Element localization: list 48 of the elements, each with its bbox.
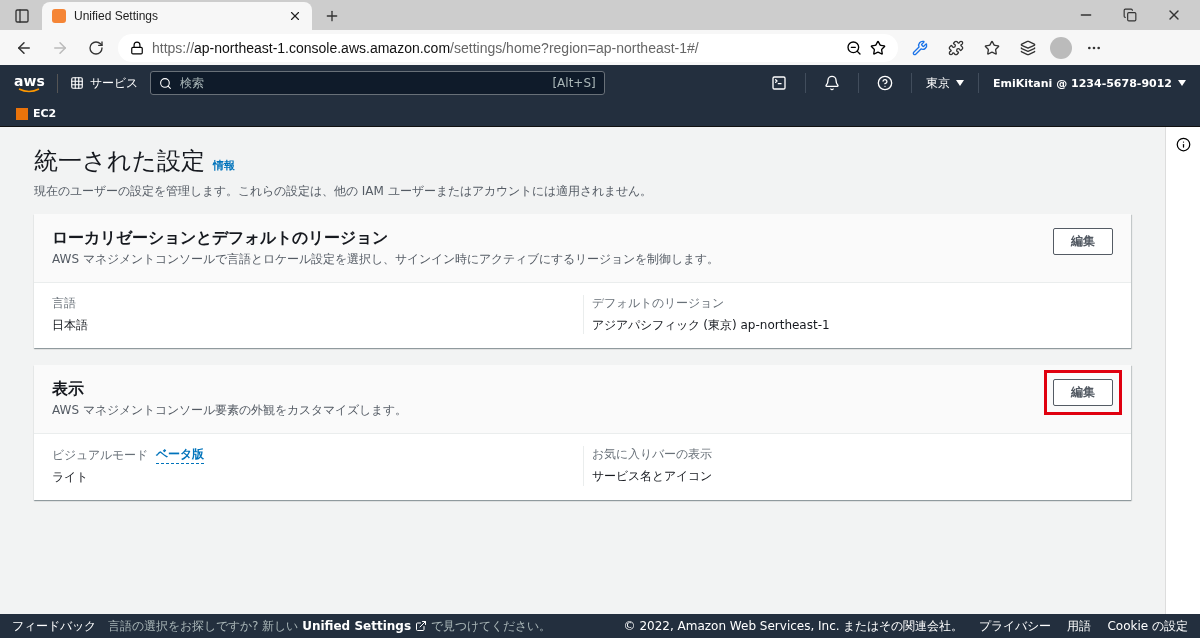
- shortcut-hint: [Alt+S]: [552, 76, 596, 90]
- field-value: 日本語: [52, 317, 89, 334]
- info-icon[interactable]: [1175, 137, 1191, 152]
- field-label: ビジュアルモード: [52, 446, 148, 464]
- footer-link[interactable]: プライバシー: [979, 617, 1052, 635]
- caret-icon: [1178, 80, 1186, 86]
- aws-logo[interactable]: aws: [14, 73, 58, 93]
- field-value: ライト: [52, 469, 89, 486]
- external-link-icon: [415, 620, 428, 632]
- services-menu[interactable]: サービス: [69, 74, 138, 92]
- caret-icon: [956, 80, 965, 86]
- field-label: 言語: [52, 295, 76, 312]
- card-description: AWS マネジメントコンソールで言語とロケール設定を選択し、サインイン時にアクティブにするリージョンを制御します。: [52, 251, 720, 268]
- grid-icon: [69, 76, 84, 90]
- field-label: お気に入りバーの表示: [591, 446, 712, 463]
- zoom-out-icon[interactable]: [846, 39, 862, 56]
- card-title: 表示: [52, 379, 85, 400]
- card-title: ローカリゼーションとデフォルトのリージョン: [52, 228, 389, 249]
- lock-icon: [130, 40, 144, 55]
- info-link[interactable]: 情報: [213, 158, 235, 177]
- field-label: デフォルトのリージョン: [591, 295, 724, 312]
- search-icon: [158, 76, 172, 90]
- page-description: 現在のユーザーの設定を管理します。これらの設定は、他の IAM ユーザーまたはアカウントには適用されません。: [34, 183, 653, 200]
- search-input[interactable]: 検索: [177, 75, 547, 91]
- page-title: 統一された設定: [34, 146, 205, 177]
- notice-text: 言語の選択をお探しですか? 新しい: [108, 617, 299, 635]
- notice-text: で見つけてください。: [431, 617, 552, 635]
- feedback-link[interactable]: フィードバック: [12, 617, 96, 635]
- favorite-item[interactable]: EC2: [16, 107, 57, 120]
- card-description: AWS マネジメントコンソール要素の外観をカスタマイズします。: [52, 402, 408, 419]
- star-icon[interactable]: [870, 39, 886, 56]
- edit-button[interactable]: 編集: [1053, 379, 1113, 406]
- unified-settings-link[interactable]: Unified Settings: [302, 619, 412, 633]
- search-bar[interactable]: 検索 [Alt+S]: [149, 71, 605, 95]
- field-value: サービス名とアイコン: [591, 468, 713, 485]
- footer-link[interactable]: 用語: [1067, 617, 1092, 635]
- field-value: アジアパシフィック (東京) ap-northeast-1: [591, 317, 831, 334]
- region-menu[interactable]: 東京: [926, 74, 965, 92]
- close-icon[interactable]: [288, 9, 302, 23]
- beta-link[interactable]: ベータ版: [156, 446, 204, 464]
- browser-tab[interactable]: Unified Settings: [42, 2, 312, 30]
- tab-title: Unified Settings: [74, 9, 160, 23]
- footer-link[interactable]: Cookie の設定: [1107, 617, 1188, 635]
- copyright: © 2022, Amazon Web Services, Inc. またはその関連会社。: [623, 617, 964, 635]
- edit-button[interactable]: 編集: [1053, 228, 1113, 255]
- address-bar[interactable]: https://ap-northeast-1.console.aws.amazon.com/settings/home?region=ap-northeast-1#/: [118, 33, 898, 62]
- url-text: https://ap-northeast-1.console.aws.amazon.com/settings/home?region=ap-northeast-1#/: [152, 39, 700, 56]
- account-menu[interactable]: EmiKitani @ 1234-5678-9012: [993, 76, 1186, 90]
